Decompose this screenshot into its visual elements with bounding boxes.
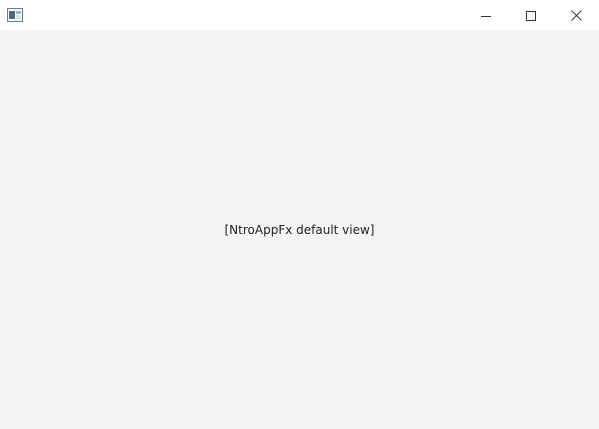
title-bar[interactable] [0, 0, 599, 30]
close-icon [570, 6, 582, 25]
app-icon [7, 7, 23, 22]
minimize-button[interactable] [463, 0, 509, 30]
maximize-icon [526, 6, 536, 25]
default-view-label: [NtroAppFx default view] [224, 223, 375, 237]
maximize-button[interactable] [508, 0, 554, 30]
close-button[interactable] [553, 0, 599, 30]
minimize-icon [481, 6, 491, 25]
main-content: [NtroAppFx default view] [0, 30, 599, 429]
app-window: [NtroAppFx default view] [0, 0, 599, 429]
